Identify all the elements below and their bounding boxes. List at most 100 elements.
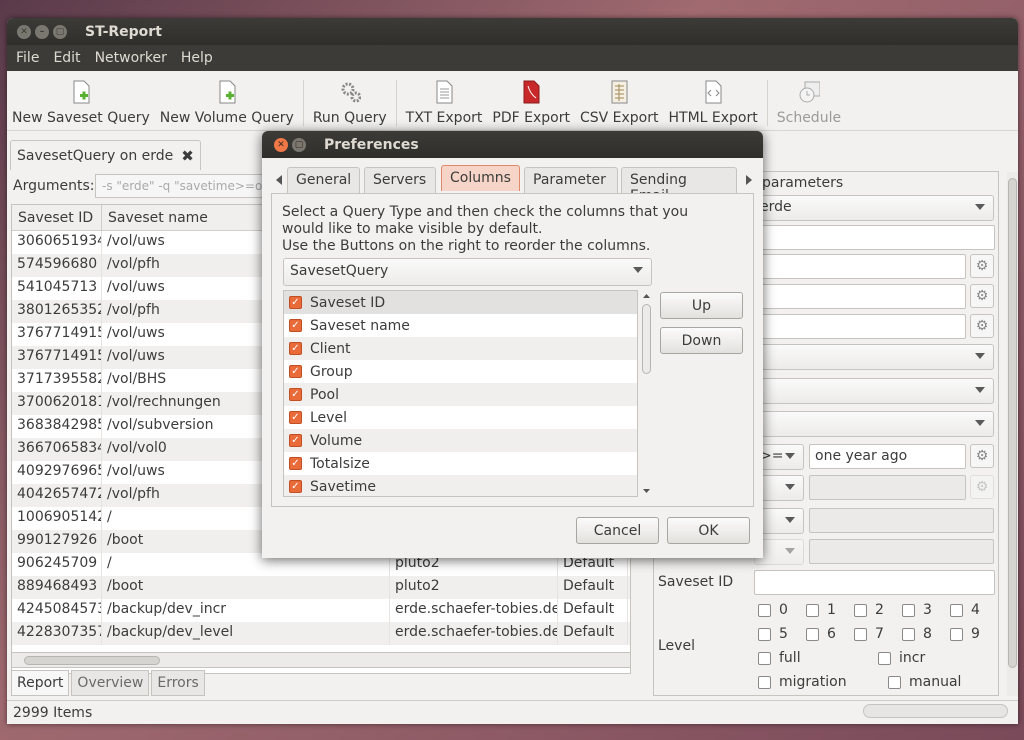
html-export-button[interactable]: HTML Export [663, 80, 762, 126]
item-count: 2999 Items [13, 704, 93, 721]
tab-overview[interactable]: Overview [71, 670, 150, 696]
toolbar: New Saveset Query New Volume Query Run Q… [7, 71, 1018, 131]
server-combo[interactable]: erde [754, 195, 994, 221]
scrollbar-thumb[interactable] [1008, 178, 1017, 668]
gear-icon[interactable]: ⚙ [970, 284, 994, 308]
checkbox-checked-icon[interactable]: ✓ [289, 296, 302, 309]
tab-scroll-right-icon[interactable] [746, 175, 752, 185]
level-checkbox-2[interactable]: 2 [854, 602, 884, 618]
gear-icon[interactable]: ⚙ [970, 444, 994, 468]
horizontal-scrollbar[interactable] [11, 652, 631, 668]
vertical-scrollbar[interactable] [1007, 172, 1018, 696]
maximize-dialog-icon[interactable]: ▢ [292, 137, 306, 152]
time-value-field[interactable]: one year ago [809, 444, 966, 469]
ok-button[interactable]: OK [667, 517, 750, 544]
table-row[interactable]: 4245084573/backup/dev_incr erde.schaefer-… [12, 599, 630, 622]
scrollbar-thumb[interactable] [24, 656, 160, 665]
maximize-window-icon[interactable]: ▢ [53, 24, 67, 39]
checkbox-checked-icon[interactable]: ✓ [289, 480, 302, 493]
close-tab-icon[interactable]: ✖ [181, 147, 194, 165]
tab-servers[interactable]: Servers [364, 167, 436, 193]
checkbox-checked-icon[interactable]: ✓ [289, 365, 302, 378]
level-checkbox-manual[interactable]: manual [888, 674, 961, 690]
checkbox-checked-icon[interactable]: ✓ [289, 411, 302, 424]
column-list-item[interactable]: ✓ Level [284, 406, 637, 429]
parameter-combo-2[interactable] [754, 378, 994, 404]
column-list-item[interactable]: ✓ Group [284, 360, 637, 383]
parameter-combo-3[interactable] [754, 411, 994, 437]
checkbox-checked-icon[interactable]: ✓ [289, 457, 302, 470]
level-checkbox-4[interactable]: 4 [950, 602, 980, 618]
tab-general[interactable]: General [287, 167, 360, 193]
checkbox-checked-icon[interactable]: ✓ [289, 434, 302, 447]
gear-icon[interactable]: ⚙ [970, 254, 994, 278]
schedule-button[interactable]: Schedule [772, 80, 846, 126]
column-list-item[interactable]: ✓ Client [284, 337, 637, 360]
level-checkbox-6[interactable]: 6 [806, 626, 836, 642]
table-row[interactable]: 4228307357/backup/dev_level erde.schaefer… [12, 622, 630, 645]
level-checkbox-1[interactable]: 1 [806, 602, 836, 618]
level-checkbox-9[interactable]: 9 [950, 626, 980, 642]
arguments-field[interactable]: -s "erde" -q "savetime>=on [95, 174, 265, 198]
menu-file[interactable]: File [9, 50, 46, 66]
csv-export-label: CSV Export [579, 110, 659, 126]
parameter-combo-1[interactable] [754, 344, 994, 370]
level-checkbox-5[interactable]: 5 [758, 626, 788, 642]
pdf-export-label: PDF Export [492, 110, 570, 126]
table-row[interactable]: 889468493/boot pluto2 Default [12, 576, 630, 599]
tab-sending-email[interactable]: Sending Email [621, 167, 737, 204]
column-list-item[interactable]: ✓ Volume [284, 429, 637, 452]
column-list-item[interactable]: ✓ Pool [284, 383, 637, 406]
checkbox-checked-icon[interactable]: ✓ [289, 342, 302, 355]
tab-report[interactable]: Report [11, 670, 70, 696]
cancel-button[interactable]: Cancel [576, 517, 659, 544]
close-window-icon[interactable]: ✕ [17, 24, 31, 39]
close-dialog-icon[interactable]: ✕ [274, 137, 288, 152]
parameter-field-1[interactable] [754, 225, 995, 250]
up-button[interactable]: Up [660, 292, 743, 319]
tab-columns[interactable]: Columns [441, 165, 520, 191]
new-volume-query-button[interactable]: New Volume Query [155, 80, 299, 126]
menu-edit[interactable]: Edit [46, 50, 87, 66]
level-checkbox-full[interactable]: full [758, 650, 801, 666]
level-checkbox-incr[interactable]: incr [878, 650, 925, 666]
columns-list-scrollbar[interactable] [640, 290, 653, 497]
checkbox-checked-icon[interactable]: ✓ [289, 319, 302, 332]
text-document-icon [433, 80, 455, 104]
table-cell: 3060651934 [12, 231, 102, 254]
parameters-header: parameters [762, 175, 844, 191]
level-checkbox-0[interactable]: 0 [758, 602, 788, 618]
pdf-export-button[interactable]: PDF Export [487, 80, 575, 126]
query-type-combo[interactable]: SavesetQuery [283, 258, 652, 286]
table-cell: 1006905142 [12, 507, 102, 530]
saveset-id-field[interactable] [754, 570, 995, 595]
minimize-window-icon[interactable]: – [35, 24, 49, 39]
tab-savesetquery-on-erde[interactable]: SavesetQuery on erde ✖ [10, 140, 201, 170]
tab-parameter[interactable]: Parameter [524, 167, 618, 193]
column-list-item[interactable]: ✓ Totalsize [284, 452, 637, 475]
level-checkbox-8[interactable]: 8 [902, 626, 932, 642]
tab-errors[interactable]: Errors [151, 670, 205, 696]
checkbox-checked-icon[interactable]: ✓ [289, 388, 302, 401]
column-label: Saveset ID [310, 294, 386, 311]
new-saveset-query-button[interactable]: New Saveset Query [7, 80, 155, 126]
level-checkbox-7[interactable]: 7 [854, 626, 884, 642]
run-query-button[interactable]: Run Query [308, 80, 392, 126]
column-header-saveset-id[interactable]: Saveset ID [12, 205, 102, 230]
parameter-field-4[interactable] [754, 314, 966, 339]
down-button[interactable]: Down [660, 327, 743, 354]
csv-export-button[interactable]: CSV Export [575, 80, 664, 126]
menu-networker[interactable]: Networker [88, 50, 174, 66]
parameter-field-2[interactable] [754, 254, 966, 279]
txt-export-button[interactable]: TXT Export [401, 80, 488, 126]
column-list-item[interactable]: ✓ Saveset name [284, 314, 637, 337]
level-checkbox-migration[interactable]: migration [758, 674, 847, 690]
column-list-item[interactable]: ✓ Savetime [284, 475, 637, 496]
scrollbar-thumb[interactable] [642, 304, 651, 374]
level-checkbox-3[interactable]: 3 [902, 602, 932, 618]
parameter-field-3[interactable] [754, 284, 966, 309]
menu-help[interactable]: Help [174, 50, 220, 66]
column-list-item[interactable]: ✓ Saveset ID [284, 291, 637, 314]
gear-icon[interactable]: ⚙ [970, 314, 994, 338]
tab-scroll-left-icon[interactable] [276, 175, 282, 185]
